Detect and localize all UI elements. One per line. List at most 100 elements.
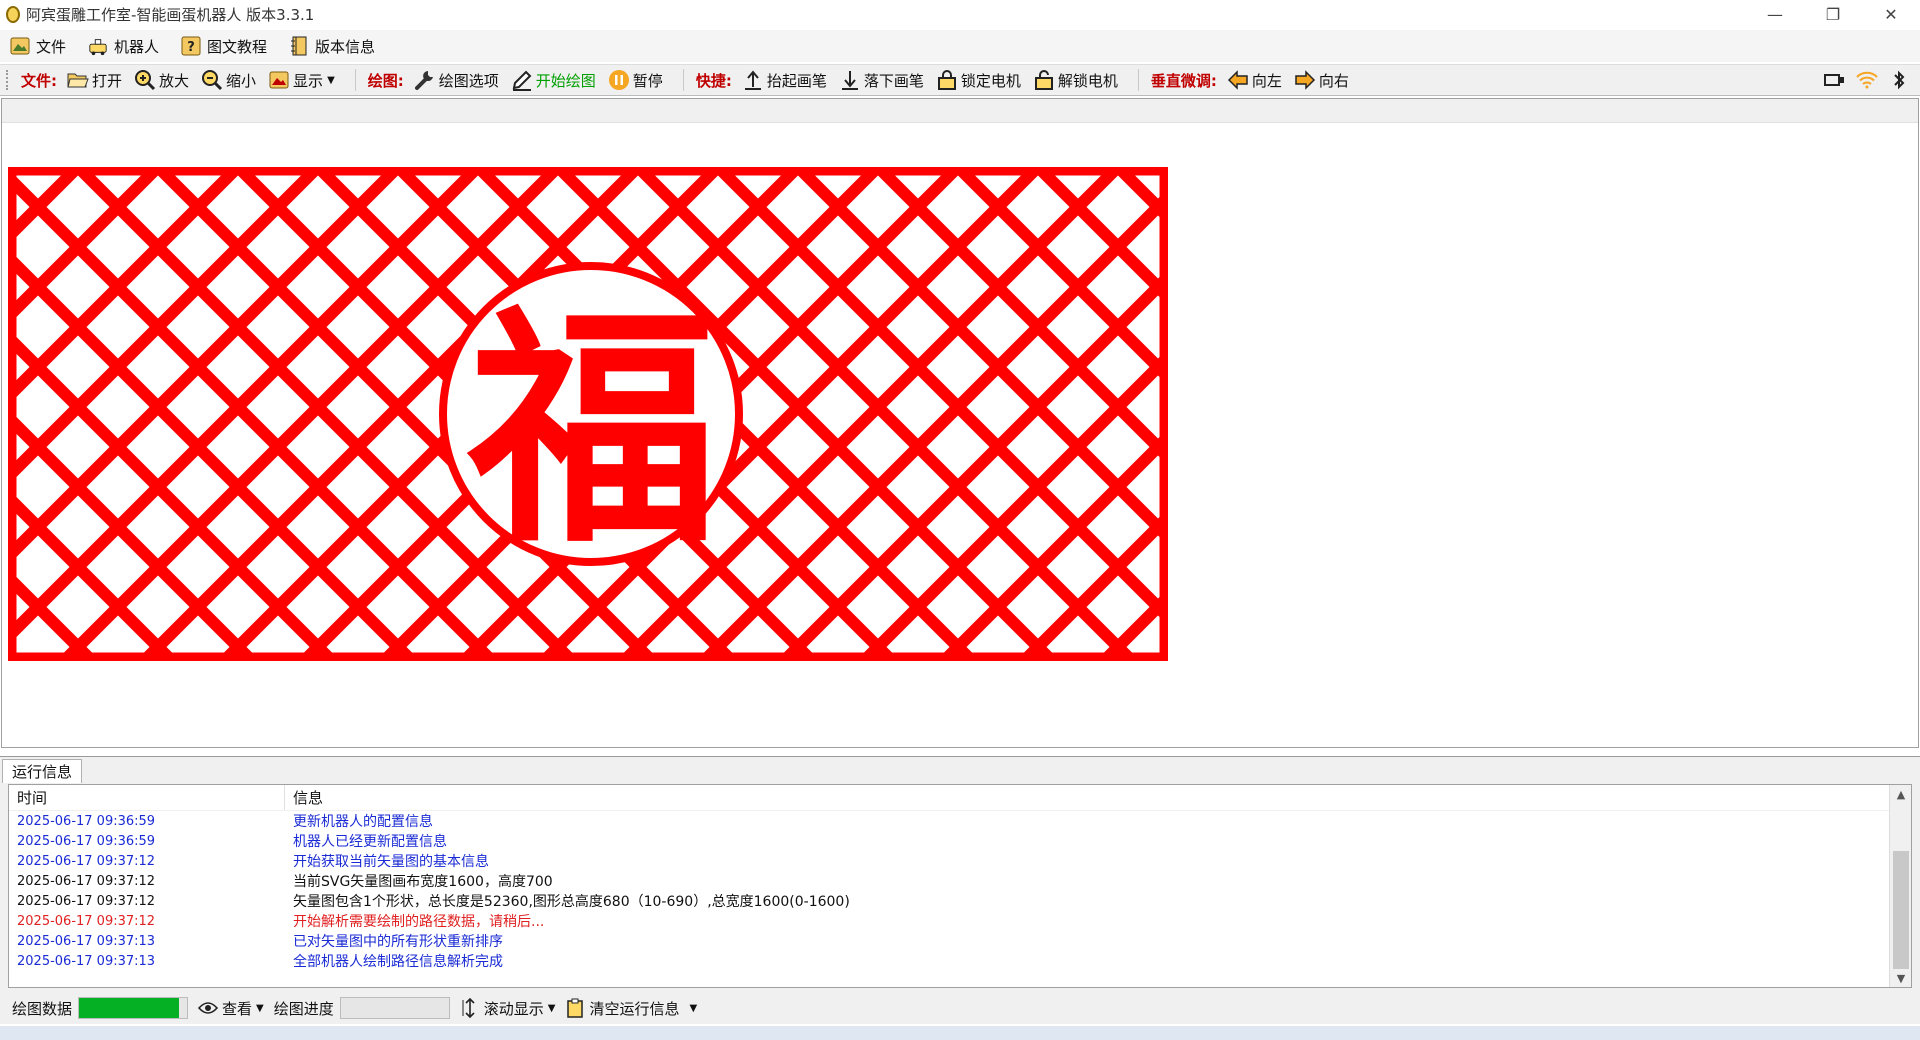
- svg-text:?: ?: [187, 40, 195, 55]
- log-list[interactable]: 时间 信息 2025-06-17 09:36:59 更新机器人的配置信息 2025…: [8, 784, 1912, 988]
- zoom-out-icon: [201, 69, 223, 91]
- pen-down-button[interactable]: 落下画笔: [839, 66, 924, 94]
- toolbar-separator: [682, 69, 684, 91]
- lock-motor-button[interactable]: 锁定电机: [936, 66, 1021, 94]
- vertical-adjust-label: 垂直微调:: [1150, 71, 1217, 90]
- draw-group-label: 绘图:: [367, 71, 404, 90]
- zoom-in-icon: [134, 69, 156, 91]
- log-message: 矢量图包含1个形状，总长度是52360,图形总高度680（10-690）,总宽度…: [293, 894, 850, 910]
- pen-up-button[interactable]: 抬起画笔: [742, 66, 827, 94]
- canvas-ruler-strip: [2, 99, 1918, 123]
- menu-bar: 文件 机器人 ? 图文教程 版本信息: [0, 30, 1920, 62]
- draw-data-label: 绘图数据: [12, 999, 73, 1018]
- maximize-button[interactable]: ❐: [1804, 0, 1862, 28]
- window-controls: — ❐ ✕: [1746, 0, 1920, 28]
- wifi-icon: [1856, 69, 1878, 91]
- log-header: 时间 信息: [9, 785, 1911, 811]
- log-time: 2025-06-17 09:36:59: [17, 833, 156, 849]
- log-time: 2025-06-17 09:37:12: [17, 893, 156, 909]
- toolbar-grip[interactable]: [6, 70, 9, 90]
- chevron-down-icon: ▼: [547, 1002, 556, 1014]
- help-icon: ?: [181, 36, 201, 56]
- file-group-label: 文件:: [21, 71, 57, 90]
- log-panel: 运行信息 时间 信息 2025-06-17 09:36:59 更新机器人的配置信息…: [0, 756, 1920, 998]
- unlock-icon: [1033, 69, 1055, 91]
- drawing-canvas[interactable]: 福: [1, 98, 1919, 748]
- log-message: 当前SVG矢量图画布宽度1600，高度700: [293, 874, 553, 890]
- column-header-message[interactable]: 信息: [285, 787, 323, 808]
- log-row[interactable]: 2025-06-17 09:36:59 更新机器人的配置信息: [9, 811, 1911, 831]
- move-left-button[interactable]: 向左: [1227, 66, 1282, 94]
- clear-log-button[interactable]: 清空运行信息 ▼: [565, 998, 697, 1019]
- menu-file[interactable]: 文件: [10, 32, 66, 60]
- draw-progress-bar: [339, 997, 450, 1019]
- menu-version[interactable]: 版本信息: [289, 32, 375, 60]
- chevron-down-icon: ▼: [327, 74, 335, 86]
- start-draw-button[interactable]: 开始绘图: [511, 66, 596, 94]
- arrow-up-icon: [742, 69, 764, 91]
- log-row[interactable]: 2025-06-17 09:36:59 机器人已经更新配置信息: [9, 831, 1911, 851]
- log-row[interactable]: 2025-06-17 09:37:12 矢量图包含1个形状，总长度是52360,图…: [9, 891, 1911, 911]
- toolbar: 文件: 打开 放大 缩小 显示 ▼ 绘图: 绘图选项 开始绘图 暂停 快捷: 抬…: [0, 64, 1920, 96]
- zoom-in-button[interactable]: 放大: [134, 66, 189, 94]
- menu-robot[interactable]: 机器人: [88, 32, 159, 60]
- window-title: 阿宾蛋雕工作室-智能画蛋机器人 版本3.3.1: [26, 5, 315, 24]
- move-right-button[interactable]: 向右: [1294, 66, 1349, 94]
- display-dropdown[interactable]: 显示 ▼: [268, 66, 335, 94]
- log-message: 开始解析需要绘制的路径数据，请稍后...: [293, 914, 545, 930]
- draw-data-indicator: 绘图数据: [12, 997, 189, 1019]
- view-dropdown[interactable]: 查看 ▼: [198, 998, 264, 1019]
- log-time: 2025-06-17 09:37:12: [17, 913, 156, 929]
- draw-progress-indicator: 绘图进度: [274, 997, 450, 1019]
- scroll-down-icon[interactable]: ▼: [1890, 969, 1911, 987]
- arrow-right-icon: [1294, 69, 1316, 91]
- folder-open-icon: [67, 69, 89, 91]
- menu-tutorial[interactable]: ? 图文教程: [181, 32, 267, 60]
- log-row[interactable]: 2025-06-17 09:37:13 已对矢量图中的所有形状重新排序: [9, 931, 1911, 951]
- close-button[interactable]: ✕: [1862, 0, 1920, 28]
- column-header-time[interactable]: 时间: [9, 785, 285, 810]
- log-row[interactable]: 2025-06-17 09:37:12 当前SVG矢量图画布宽度1600，高度70…: [9, 871, 1911, 891]
- pause-icon: [608, 69, 630, 91]
- log-row[interactable]: 2025-06-17 09:37:12 开始获取当前矢量图的基本信息: [9, 851, 1911, 871]
- draw-data-progress: [78, 997, 189, 1019]
- app-egg-icon: [6, 5, 20, 23]
- bluetooth-icon: [1888, 69, 1910, 91]
- os-taskbar-edge: [0, 1026, 1920, 1040]
- usb-icon: [1824, 69, 1846, 91]
- lock-icon: [936, 69, 958, 91]
- tab-run-info[interactable]: 运行信息: [2, 759, 83, 783]
- arrow-down-icon: [839, 69, 861, 91]
- open-button[interactable]: 打开: [67, 66, 122, 94]
- toolbar-separator: [1137, 69, 1139, 91]
- draw-progress-label: 绘图进度: [273, 999, 334, 1018]
- picture-icon: [268, 69, 290, 91]
- wrench-icon: [414, 69, 436, 91]
- log-row[interactable]: 2025-06-17 09:37:13 全部机器人绘制路径信息解析完成: [9, 951, 1911, 971]
- log-message: 开始获取当前矢量图的基本信息: [293, 854, 489, 870]
- pause-button[interactable]: 暂停: [608, 66, 663, 94]
- arrow-left-icon: [1227, 69, 1249, 91]
- chevron-down-icon: ▼: [256, 1002, 264, 1014]
- log-message: 已对矢量图中的所有形状重新排序: [293, 934, 503, 950]
- log-message: 更新机器人的配置信息: [293, 814, 433, 830]
- toolbar-separator: [354, 69, 356, 91]
- scrollbar-thumb[interactable]: [1893, 851, 1909, 969]
- chevron-down-icon: ▼: [689, 1002, 698, 1014]
- draw-options-button[interactable]: 绘图选项: [414, 66, 499, 94]
- log-row[interactable]: 2025-06-17 09:37:12 开始解析需要绘制的路径数据，请稍后...: [9, 911, 1911, 931]
- clipboard-icon: [565, 998, 585, 1018]
- log-message: 全部机器人绘制路径信息解析完成: [293, 954, 503, 970]
- minimize-button[interactable]: —: [1746, 0, 1804, 28]
- picture-icon: [10, 36, 30, 56]
- robot-icon: [88, 36, 108, 56]
- scroll-display-dropdown[interactable]: 滚动显示 ▼: [460, 997, 556, 1019]
- unlock-motor-button[interactable]: 解锁电机: [1033, 66, 1118, 94]
- log-time: 2025-06-17 09:37:13: [17, 933, 156, 949]
- zoom-out-button[interactable]: 缩小: [201, 66, 256, 94]
- scroll-up-icon[interactable]: ▲: [1890, 785, 1911, 803]
- log-scrollbar[interactable]: ▲ ▼: [1889, 785, 1911, 987]
- status-icons: [1814, 69, 1910, 91]
- pen-draw-icon: [511, 69, 533, 91]
- log-rows: 2025-06-17 09:36:59 更新机器人的配置信息 2025-06-17…: [9, 811, 1911, 971]
